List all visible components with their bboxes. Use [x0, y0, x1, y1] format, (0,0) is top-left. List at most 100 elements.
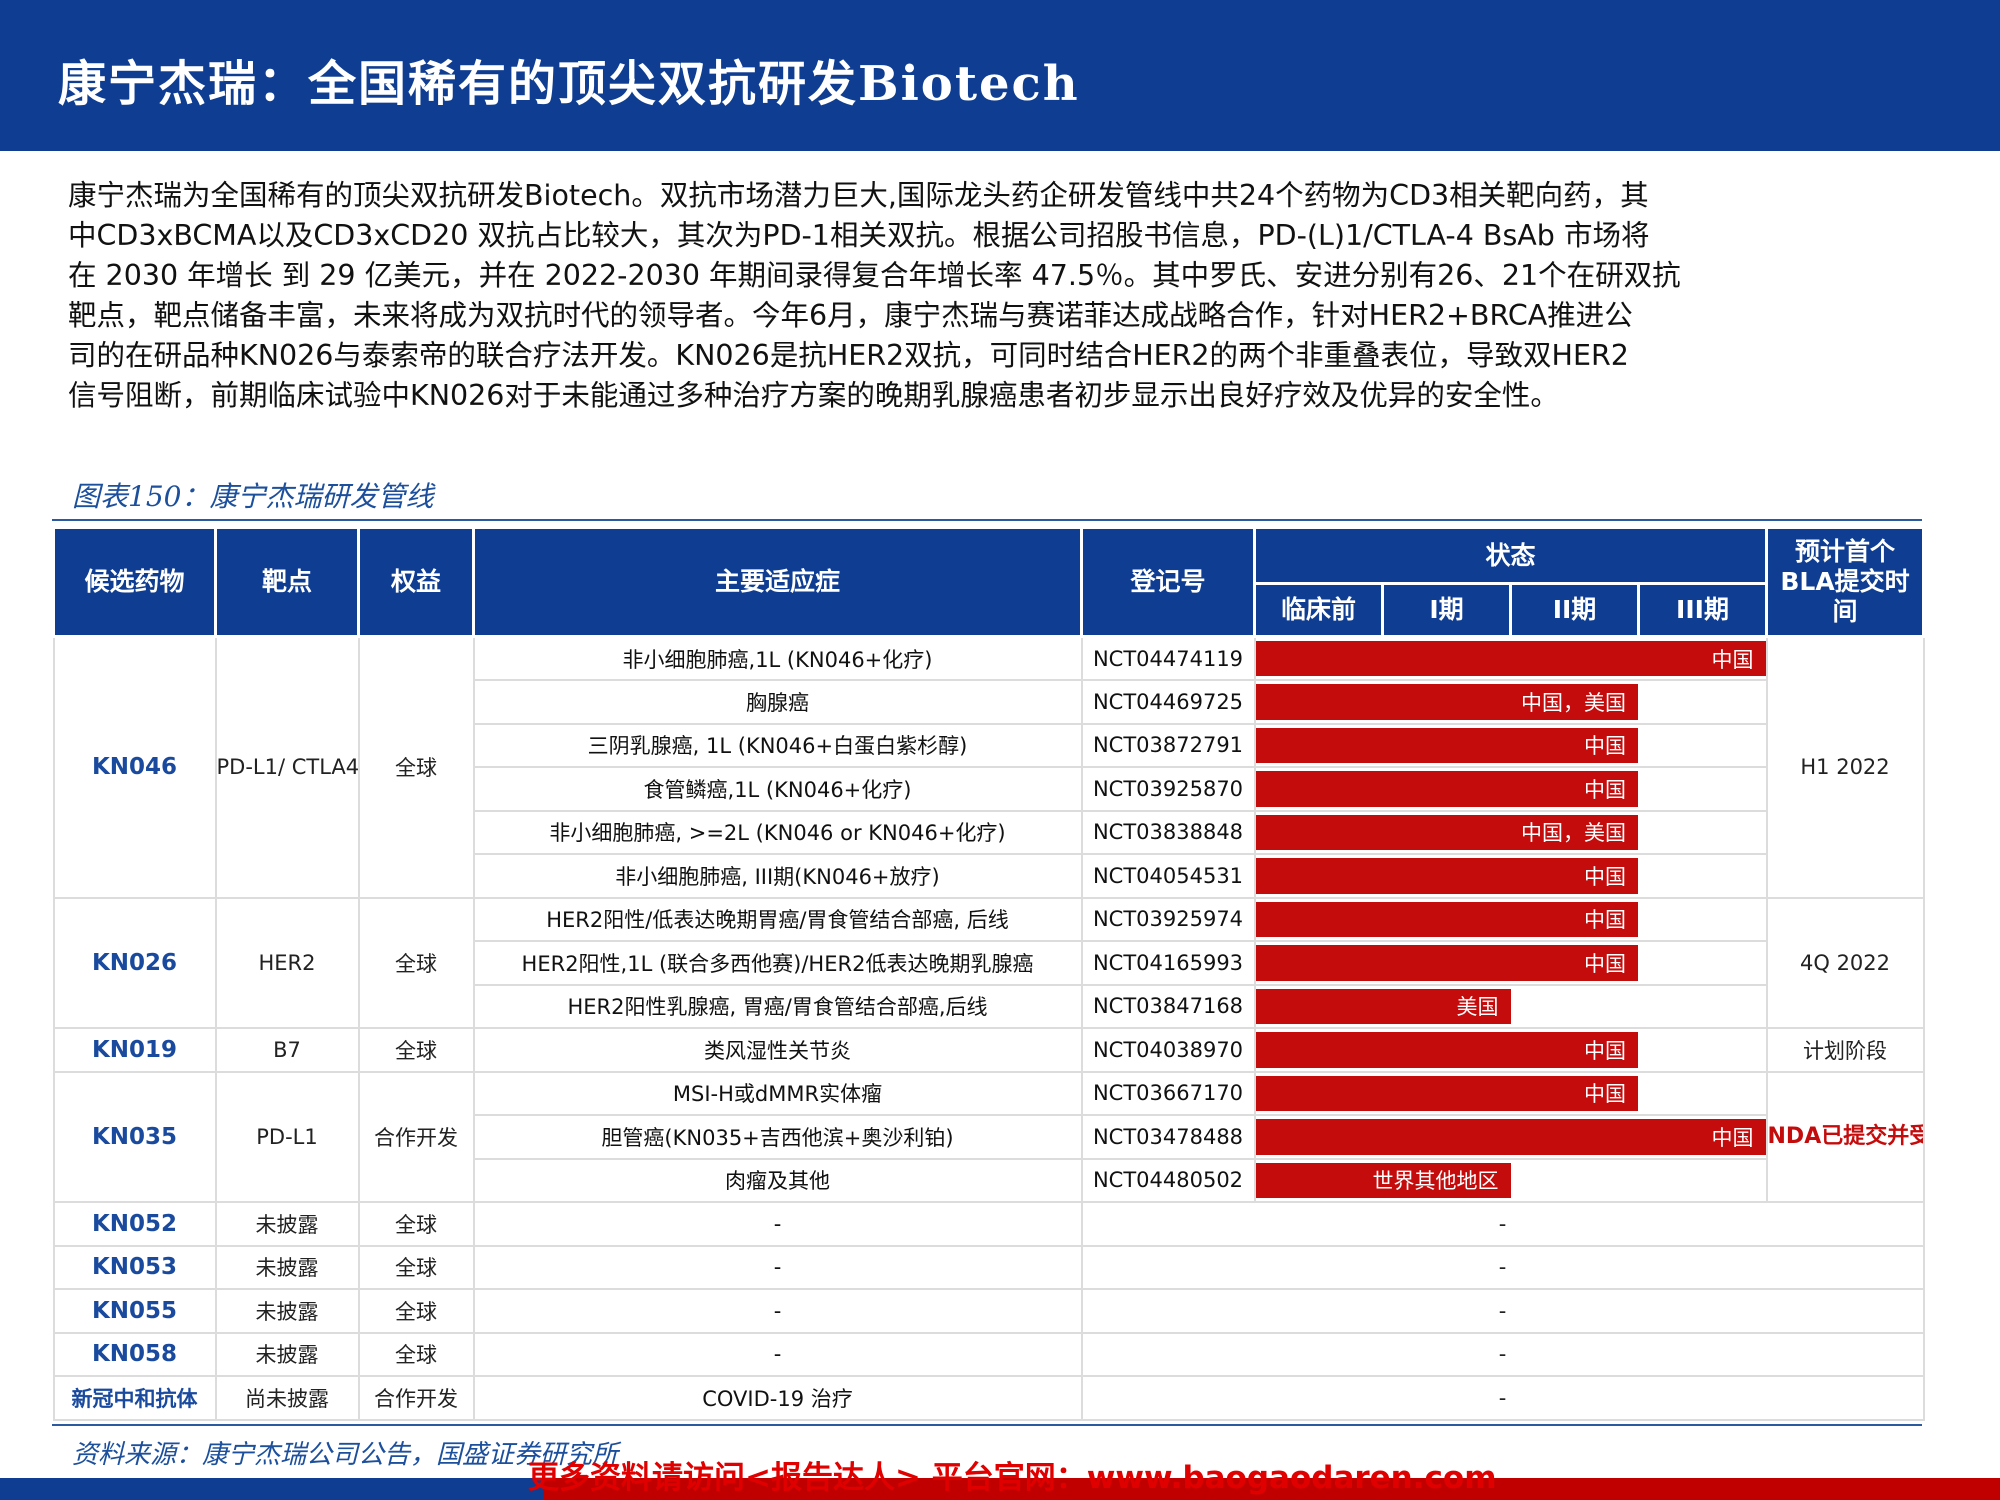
intro-line: 司的在研品种KN026与泰索帝的联合疗法开发。KN026是抗HER2双抗，可同时…: [68, 339, 1629, 372]
registration-cell: NCT04038970: [1080, 1027, 1256, 1073]
indication-cell: 三阴乳腺癌, 1L (KN046+白蛋白紫杉醇): [472, 722, 1083, 768]
candidate-cell: KN026: [52, 896, 217, 1029]
status-bar: 中国: [1256, 901, 1638, 937]
undisclosed-cell: -: [1080, 1201, 1925, 1247]
candidate-cell: KN053: [52, 1244, 217, 1290]
rights-cell: 全球: [357, 1244, 475, 1290]
table-row: KN019 B7 全球 类风湿性关节炎 NCT04038970 中国 计划阶段: [52, 1027, 1925, 1073]
table-row: KN052 未披露 全球 - -: [52, 1201, 1925, 1247]
header-bla: 预计首个BLA提交时间: [1765, 526, 1926, 638]
status-bar: 中国: [1256, 1032, 1638, 1068]
undisclosed-cell: -: [1080, 1244, 1925, 1290]
header-phase2: II期: [1509, 582, 1640, 638]
target-cell: 未披露: [214, 1331, 360, 1377]
registration-cell: NCT04165993: [1080, 940, 1256, 986]
header-phase3: III期: [1636, 582, 1769, 638]
target-cell: 未披露: [214, 1244, 360, 1290]
table-header-row: 候选药物 靶点 权益 主要适应症 登记号 状态 预计首个BLA提交时间: [52, 526, 1926, 638]
status-bar: 美国: [1256, 988, 1511, 1024]
target-cell: 尚未披露: [214, 1375, 360, 1421]
table-row: KN053 未披露 全球 - -: [52, 1244, 1925, 1290]
header-target: 靶点: [214, 526, 360, 638]
status-bar: 中国: [1256, 727, 1638, 763]
registration-cell: NCT04480502: [1080, 1157, 1256, 1203]
registration-cell: NCT03478488: [1080, 1114, 1256, 1160]
candidate-cell: KN019: [52, 1027, 217, 1073]
indication-cell: MSI-H或dMMR实体瘤: [472, 1070, 1083, 1116]
status-cell: 中国: [1253, 1027, 1768, 1073]
intro-line: 靶点，靶点储备丰富，未来将成为双抗时代的领导者。今年6月，康宁杰瑞与赛诺菲达成战…: [68, 299, 1633, 332]
status-bar: 中国: [1256, 945, 1638, 981]
rights-cell: 全球: [357, 635, 475, 899]
status-bar: 世界其他地区: [1256, 1162, 1511, 1198]
indication-cell: HER2阳性乳腺癌, 胃癌/胃食管结合部癌,后线: [472, 983, 1083, 1029]
indication-cell: 非小细胞肺癌, >=2L (KN046 or KN046+化疗): [472, 809, 1083, 855]
header-phase1: I期: [1381, 582, 1512, 638]
intro-line: 在 2030 年增长 到 29 亿美元，并在 2022-2030 年期间录得复合…: [68, 259, 1681, 292]
table-row: KN035 PD-L1 合作开发 MSI-H或dMMR实体瘤 NCT036671…: [52, 1070, 1925, 1203]
header-preclinical: 临床前: [1253, 582, 1384, 638]
watermark-link[interactable]: 更多资料请访问<报告达人> 平台官网：www.baogaodaren.com: [528, 1452, 1497, 1497]
status-bar: 中国: [1256, 771, 1638, 807]
intro-line: 信号阻断，前期临床试验中KN026对于未能通过多种治疗方案的晚期乳腺癌患者初步显…: [68, 379, 1559, 412]
undisclosed-cell: -: [1080, 1375, 1925, 1421]
indication-cell: 胸腺癌: [472, 679, 1083, 725]
rights-cell: 全球: [357, 1027, 475, 1073]
candidate-cell: 新冠中和抗体: [52, 1375, 217, 1421]
status-bar: 中国，美国: [1256, 684, 1638, 720]
indication-cell: COVID-19 治疗: [472, 1375, 1083, 1421]
indication-cell: 胆管癌(KN035+吉西他滨+奥沙利铂): [472, 1114, 1083, 1160]
pipeline-table: 候选药物 靶点 权益 主要适应症 登记号 状态 预计首个BLA提交时间 临床前 …: [52, 526, 1926, 1421]
status-cell: 中国: [1253, 896, 1768, 942]
page-header: 康宁杰瑞：全国稀有的顶尖双抗研发Biotech: [0, 0, 2000, 151]
indication-cell: 类风湿性关节炎: [472, 1027, 1083, 1073]
status-cell: 中国: [1253, 722, 1768, 768]
undisclosed-cell: -: [1080, 1288, 1925, 1334]
page-title: 康宁杰瑞：全国稀有的顶尖双抗研发Biotech: [58, 56, 1080, 112]
table-body: KN046 PD-L1/ CTLA4 全球 非小细胞肺癌,1L (KN046+化…: [52, 635, 1925, 1421]
candidate-cell: KN035: [52, 1070, 217, 1203]
figure-caption: 图表150：康宁杰瑞研发管线: [72, 480, 434, 513]
target-cell: PD-L1/ CTLA4: [214, 635, 360, 899]
bla-cell: NDA已提交并受理: [1765, 1070, 1925, 1203]
status-cell: 世界其他地区: [1253, 1157, 1768, 1203]
status-cell: 中国，美国: [1253, 809, 1768, 855]
status-bar: 中国: [1256, 858, 1638, 894]
registration-cell: NCT04469725: [1080, 679, 1256, 725]
rights-cell: 全球: [357, 1288, 475, 1334]
target-cell: 未披露: [214, 1201, 360, 1247]
registration-cell: NCT04054531: [1080, 853, 1256, 899]
rights-cell: 全球: [357, 1201, 475, 1247]
intro-line: 康宁杰瑞为全国稀有的顶尖双抗研发Biotech。双抗市场潜力巨大,国际龙头药企研…: [68, 179, 1649, 212]
rights-cell: 全球: [357, 1331, 475, 1377]
indication-cell: -: [472, 1201, 1083, 1247]
candidate-cell: KN046: [52, 635, 217, 899]
table-row: KN055 未披露 全球 - -: [52, 1288, 1925, 1334]
header-candidate: 候选药物: [52, 526, 217, 638]
bla-cell: 4Q 2022: [1765, 896, 1925, 1029]
rights-cell: 全球: [357, 896, 475, 1029]
registration-cell: NCT03925870: [1080, 766, 1256, 812]
target-cell: B7: [214, 1027, 360, 1073]
table-row: KN046 PD-L1/ CTLA4 全球 非小细胞肺癌,1L (KN046+化…: [52, 635, 1925, 899]
candidate-cell: KN052: [52, 1201, 217, 1247]
registration-cell: NCT03667170: [1080, 1070, 1256, 1116]
header-indication: 主要适应症: [472, 526, 1083, 638]
status-cell: 中国: [1253, 940, 1768, 986]
status-cell: 美国: [1253, 983, 1768, 1029]
table-row: KN026 HER2 全球 HER2阳性/低表达晚期胃癌/胃食管结合部癌, 后线…: [52, 896, 1925, 1029]
registration-cell: NCT04474119: [1080, 635, 1256, 681]
registration-cell: NCT03847168: [1080, 983, 1256, 1029]
target-cell: 未披露: [214, 1288, 360, 1334]
indication-cell: 非小细胞肺癌, III期(KN046+放疗): [472, 853, 1083, 899]
registration-cell: NCT03872791: [1080, 722, 1256, 768]
indication-cell: 食管鳞癌,1L (KN046+化疗): [472, 766, 1083, 812]
table-row: 新冠中和抗体 尚未披露 合作开发 COVID-19 治疗 -: [52, 1375, 1925, 1421]
target-cell: PD-L1: [214, 1070, 360, 1203]
status-bar: 中国: [1256, 1119, 1765, 1155]
indication-cell: 肉瘤及其他: [472, 1157, 1083, 1203]
status-cell: 中国: [1253, 766, 1768, 812]
source-divider: [52, 1424, 1922, 1426]
bla-cell: H1 2022: [1765, 635, 1925, 899]
candidate-cell: KN055: [52, 1288, 217, 1334]
